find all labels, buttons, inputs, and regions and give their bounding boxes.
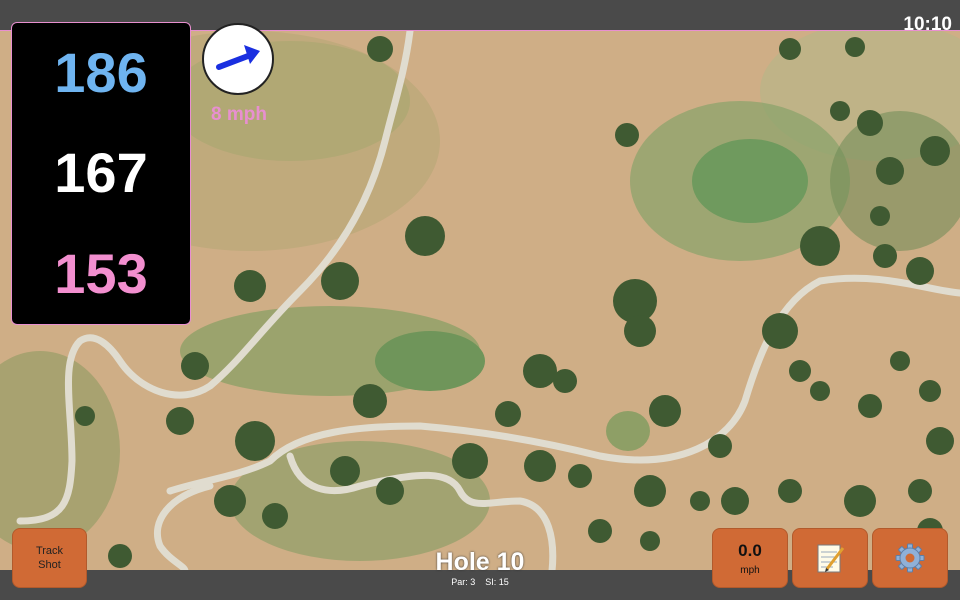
- middle-distance: 167: [54, 141, 148, 205]
- gear-icon: [895, 543, 925, 573]
- hole-par: Par: 3: [451, 577, 476, 587]
- speed-unit: mph: [740, 564, 760, 576]
- notepad-icon: [817, 544, 845, 573]
- settings-button[interactable]: [872, 528, 948, 588]
- track-shot-label-1: Track: [35, 545, 64, 557]
- distance-panel: 186 167 153: [11, 22, 191, 325]
- speed-value: 0.0: [738, 540, 762, 560]
- back-distance: 186: [54, 41, 148, 105]
- hole-si: SI: 15: [485, 577, 509, 587]
- notes-button[interactable]: [792, 528, 868, 588]
- wind-speed: 8 mph: [211, 104, 267, 125]
- speed-button[interactable]: 0.0 mph: [712, 528, 788, 588]
- track-shot-label-2: Shot: [38, 559, 61, 571]
- hole-title: Hole 10: [435, 548, 525, 576]
- hole-info: Par: 3 SI: 15: [400, 577, 560, 587]
- wind-indicator: [202, 23, 274, 95]
- track-shot-button[interactable]: Track Shot: [12, 528, 87, 588]
- front-distance: 153: [54, 241, 148, 305]
- wind-direction-arrow-icon: [216, 45, 260, 70]
